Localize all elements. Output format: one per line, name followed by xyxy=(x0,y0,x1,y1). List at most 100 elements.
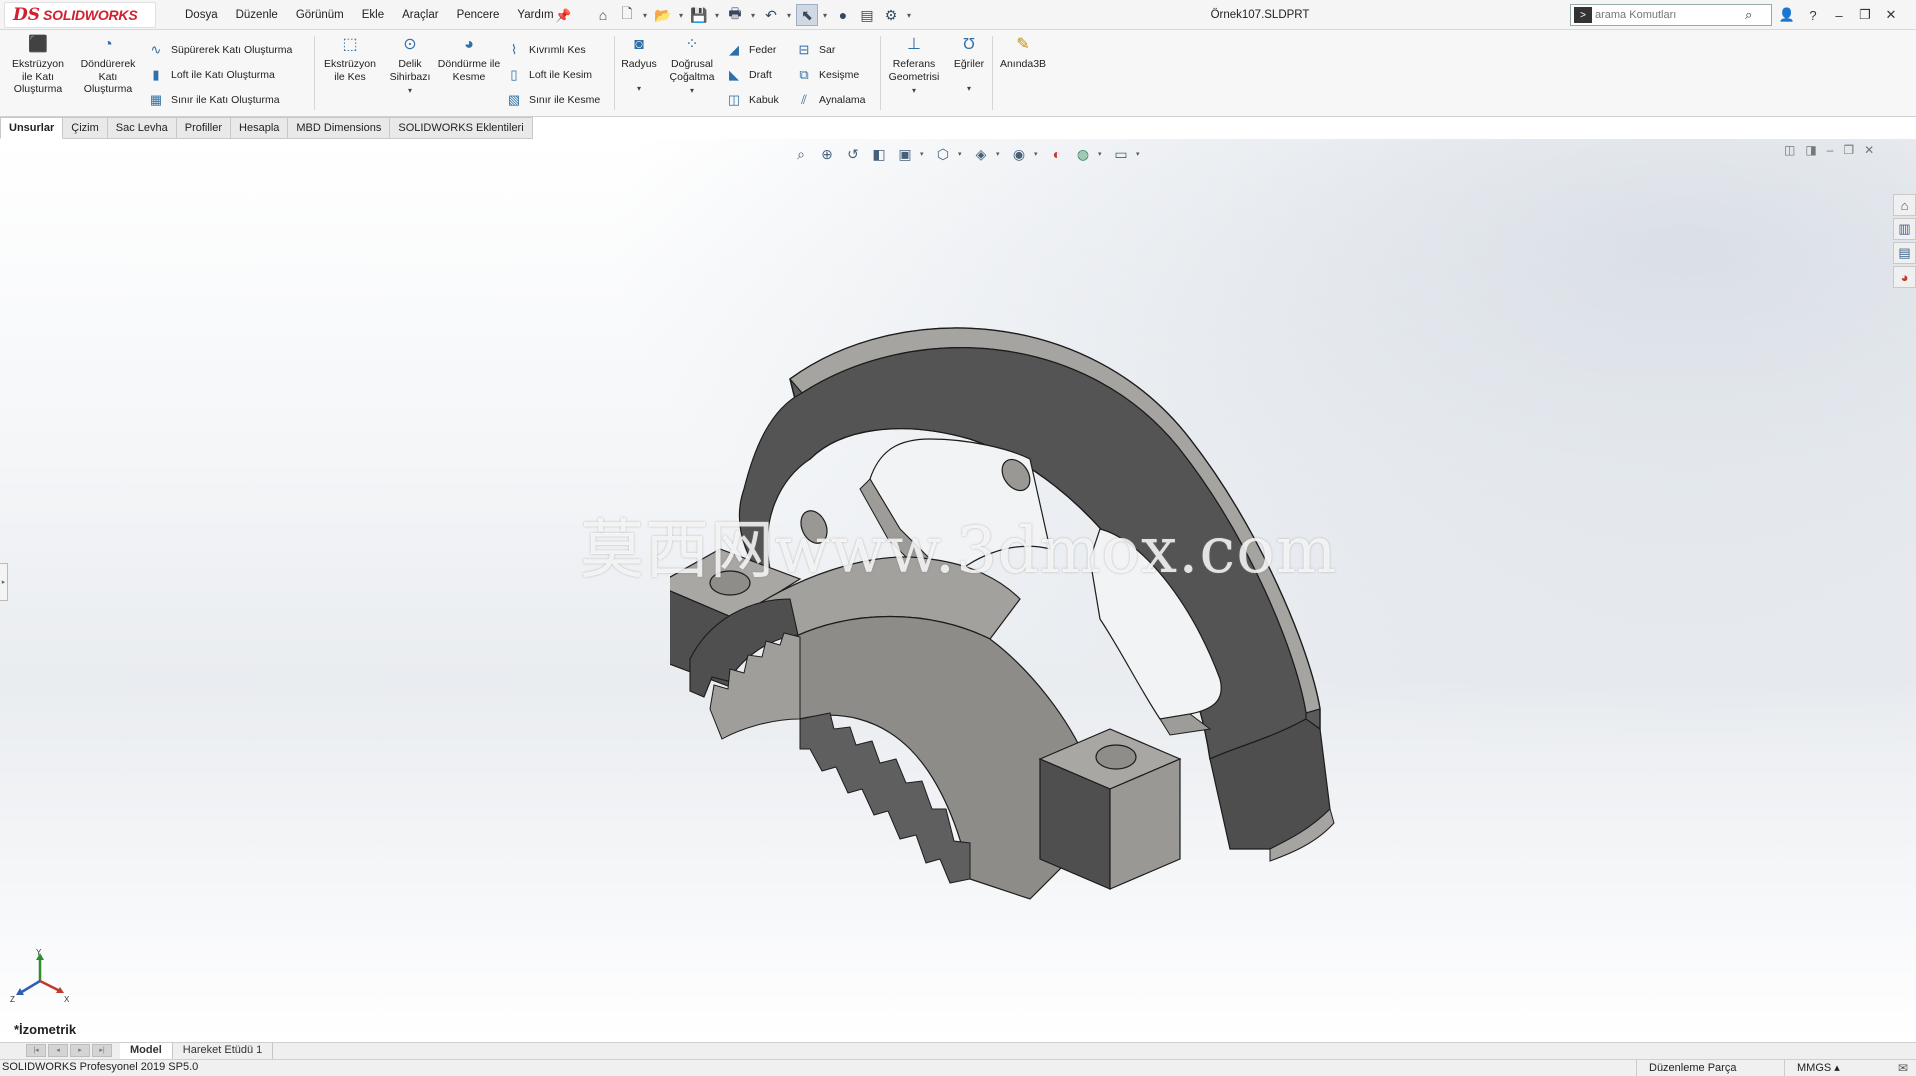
menu-view[interactable]: Görünüm xyxy=(287,9,353,21)
tab-model[interactable]: Model xyxy=(120,1043,173,1059)
boundary-cut-button[interactable]: ▧ Sınır ile Kesme xyxy=(504,90,600,110)
instant3d-button[interactable]: ✎ Anında3B xyxy=(990,34,1056,71)
solidworks-resources-icon[interactable]: ⌂ xyxy=(1893,194,1916,216)
curves-dropdown-icon[interactable]: ▾ xyxy=(967,83,971,96)
open-dropdown-icon[interactable]: ▾ xyxy=(676,11,686,20)
tab-features[interactable]: Unsurlar xyxy=(0,117,64,139)
print-dropdown-icon[interactable]: ▾ xyxy=(748,11,758,20)
viewport-close-icon[interactable]: ✕ xyxy=(1864,143,1874,157)
menu-file[interactable]: Dosya xyxy=(176,9,227,21)
swept-boss-button[interactable]: ∿ Süpürerek Katı Oluşturma xyxy=(146,40,293,60)
shell-button[interactable]: ◫ Kabuk xyxy=(724,90,779,110)
boundary-boss-button[interactable]: ▦ Sınır ile Katı Oluşturma xyxy=(146,90,280,110)
revolved-cut-button[interactable]: ◕ Döndürme ile Kesme xyxy=(437,34,501,83)
user-icon[interactable]: 👤 xyxy=(1776,7,1798,23)
apply-scene-icon[interactable]: ◍ xyxy=(1072,144,1094,164)
linear-pattern-dropdown-icon[interactable]: ▾ xyxy=(690,85,694,98)
search-icon[interactable]: ⌕ xyxy=(1745,7,1752,23)
previous-view-icon[interactable]: ↺ xyxy=(842,144,864,164)
search-commands-box[interactable]: > ⌕ xyxy=(1570,4,1772,26)
draft-button[interactable]: ◣ Draft xyxy=(724,65,772,85)
menu-insert[interactable]: Ekle xyxy=(353,9,393,21)
rebuild-icon[interactable]: ● xyxy=(832,4,854,26)
linear-pattern-button[interactable]: ⁘ Doğrusal Çoğaltma ▾ xyxy=(660,34,724,98)
tab-sheet-metal[interactable]: Sac Levha xyxy=(107,117,177,139)
rib-button[interactable]: ◢ Feder xyxy=(724,40,776,60)
help-icon[interactable]: ? xyxy=(1802,8,1824,23)
zoom-to-fit-icon[interactable]: ⌕ xyxy=(790,144,812,164)
select-icon[interactable]: ⬉ xyxy=(796,4,818,26)
new-dropdown-icon[interactable]: ▾ xyxy=(640,11,650,20)
previous-tab-icon[interactable]: ◂ xyxy=(48,1043,68,1057)
viewport-minimize-icon[interactable]: – xyxy=(1827,143,1834,157)
fillet-dropdown-icon[interactable]: ▾ xyxy=(637,83,641,96)
swept-cut-button[interactable]: ⌇ Kıvrımlı Kes xyxy=(504,40,586,60)
intersect-button[interactable]: ⧉ Kesişme xyxy=(794,65,859,85)
hide-show-icon[interactable]: ◉ xyxy=(1008,144,1030,164)
open-icon[interactable]: 📂 xyxy=(652,4,674,26)
graphics-area[interactable]: ⌕ ⊕ ↺ ◧ ▣ ▾ ⬡ ▾ ◈ ▾ ◉ ▾ ◐ ◍ ▾ ▭ ▾ ◫ ◨ – ❐ ✕ ⌂ … xyxy=(0,139,1916,1042)
file-explorer-icon[interactable]: ▤ xyxy=(1893,242,1916,264)
extruded-boss-button[interactable]: ⬛ Ekstrüzyon ile Katı Oluşturma xyxy=(6,34,70,96)
tile-left-icon[interactable]: ◫ xyxy=(1784,143,1795,157)
tab-sketch[interactable]: Çizim xyxy=(63,117,108,139)
mirror-button[interactable]: ⫽ Aynalama xyxy=(794,90,865,110)
save-icon[interactable]: 💾 xyxy=(688,4,710,26)
tab-motion-study[interactable]: Hareket Etüdü 1 xyxy=(173,1043,274,1059)
section-view-icon[interactable]: ◧ xyxy=(868,144,890,164)
print-icon[interactable]: 🖶 xyxy=(724,4,746,26)
pin-menu-icon[interactable]: 📌 xyxy=(555,8,571,24)
new-document-icon[interactable]: 🗋 xyxy=(616,4,638,26)
extruded-cut-button[interactable]: ⬚ Ekstrüzyon ile Kes xyxy=(318,34,382,83)
undo-icon[interactable]: ↶ xyxy=(760,4,782,26)
view-orientation-icon[interactable]: ⬡ xyxy=(932,144,954,164)
edit-appearance-icon[interactable]: ◐ xyxy=(1046,144,1068,164)
menu-edit[interactable]: Düzenle xyxy=(227,9,287,21)
menu-window[interactable]: Pencere xyxy=(448,9,509,21)
view-settings-icon[interactable]: ▭ xyxy=(1110,144,1132,164)
tab-mbd-dimensions[interactable]: MBD Dimensions xyxy=(288,117,391,139)
tab-evaluate[interactable]: Hesapla xyxy=(231,117,289,139)
orientation-dropdown-icon[interactable]: ▾ xyxy=(958,150,966,158)
hide-show-dropdown-icon[interactable]: ▾ xyxy=(1034,150,1042,158)
tab-solidworks-addins[interactable]: SOLIDWORKS Eklentileri xyxy=(390,117,533,139)
reference-geometry-dropdown-icon[interactable]: ▾ xyxy=(912,85,916,98)
save-dropdown-icon[interactable]: ▾ xyxy=(712,11,722,20)
menu-tools[interactable]: Araçlar xyxy=(393,9,447,21)
design-library-icon[interactable]: ▥ xyxy=(1893,218,1916,240)
home-icon[interactable]: ⌂ xyxy=(592,4,614,26)
view-settings-dropdown-icon[interactable]: ▾ xyxy=(1136,150,1144,158)
appearances-icon[interactable]: ◕ xyxy=(1893,266,1916,288)
revolved-boss-button[interactable]: ◔ Döndürerek Katı Oluşturma xyxy=(76,34,140,96)
display-style-dropdown-icon[interactable]: ▾ xyxy=(996,150,1004,158)
file-properties-icon[interactable]: ▤ xyxy=(856,4,878,26)
last-tab-icon[interactable]: ▸| xyxy=(92,1043,112,1057)
search-input[interactable] xyxy=(1595,9,1745,21)
solidworks-logo[interactable]: DS SOLIDWORKS xyxy=(4,2,156,28)
lofted-boss-button[interactable]: ▮ Loft ile Katı Oluşturma xyxy=(146,65,274,85)
display-style-icon[interactable]: ◈ xyxy=(970,144,992,164)
dynamic-annotation-icon[interactable]: ▣ xyxy=(894,144,916,164)
next-tab-icon[interactable]: ▸ xyxy=(70,1043,90,1057)
restore-icon[interactable]: ❐ xyxy=(1854,7,1876,23)
lofted-cut-button[interactable]: ▯ Loft ile Kesim xyxy=(504,65,592,85)
wrap-button[interactable]: ⊟ Sar xyxy=(794,40,836,60)
minimize-icon[interactable]: – xyxy=(1828,8,1850,23)
part-model[interactable] xyxy=(670,289,1370,909)
options-icon[interactable]: ⚙ xyxy=(880,4,902,26)
close-icon[interactable]: ✕ xyxy=(1880,7,1902,23)
select-dropdown-icon[interactable]: ▾ xyxy=(820,11,830,20)
first-tab-icon[interactable]: |◂ xyxy=(26,1043,46,1057)
hole-wizard-button[interactable]: ⊙ Delik Sihirbazı ▾ xyxy=(378,34,442,98)
zoom-to-area-icon[interactable]: ⊕ xyxy=(816,144,838,164)
undo-dropdown-icon[interactable]: ▾ xyxy=(784,11,794,20)
viewport-restore-icon[interactable]: ❐ xyxy=(1843,143,1854,157)
units-selector[interactable]: MMGS ▴ xyxy=(1784,1060,1894,1076)
scene-dropdown-icon[interactable]: ▾ xyxy=(1098,150,1106,158)
options-dropdown-icon[interactable]: ▾ xyxy=(904,11,914,20)
tab-weldments[interactable]: Profiller xyxy=(176,117,232,139)
quick-tips-icon[interactable]: ✉ xyxy=(1898,1061,1908,1075)
feature-manager-expand-handle[interactable]: ▸ xyxy=(0,563,8,601)
annotation-dropdown-icon[interactable]: ▾ xyxy=(920,150,928,158)
hole-wizard-dropdown-icon[interactable]: ▾ xyxy=(408,85,412,98)
